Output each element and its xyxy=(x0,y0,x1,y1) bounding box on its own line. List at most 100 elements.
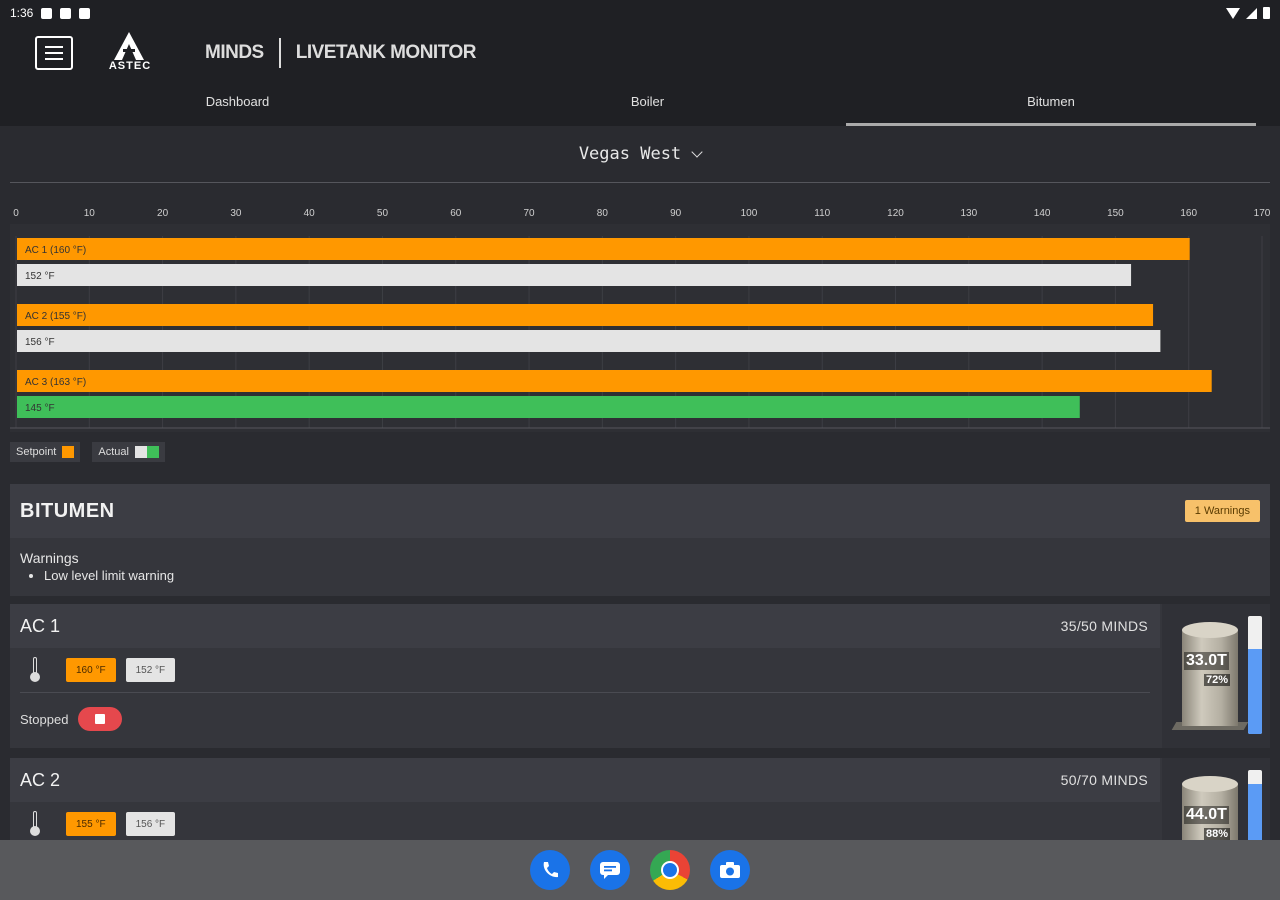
legend-setpoint-swatch xyxy=(62,446,75,458)
x-tick-label: 110 xyxy=(814,208,830,219)
x-tick-label: 40 xyxy=(304,208,316,219)
bar-label: AC 3 (163 °F) xyxy=(25,377,86,388)
bar-label: AC 2 (155 °F) xyxy=(25,311,86,322)
signal-icon xyxy=(1246,7,1257,19)
x-tick-label: 30 xyxy=(230,208,242,219)
tab-dashboard[interactable]: Dashboard xyxy=(30,86,445,126)
brand-divider xyxy=(278,38,281,68)
chevron-down-icon xyxy=(691,146,703,158)
bar-label: 145 °F xyxy=(25,403,55,414)
x-tick-label: 60 xyxy=(450,208,462,219)
tank-temps: 160 °F 152 °F xyxy=(10,648,1160,692)
phone-app-icon[interactable] xyxy=(530,850,570,890)
x-tick-label: 80 xyxy=(597,208,609,219)
wifi-icon xyxy=(1226,7,1240,19)
location-dropdown[interactable]: Vegas West xyxy=(0,126,1280,182)
bar-setpoint xyxy=(17,238,1190,260)
tab-bitumen[interactable]: Bitumen xyxy=(846,86,1256,126)
astec-logo: ASTEC xyxy=(100,32,160,74)
notification-icon xyxy=(41,7,53,19)
tank-name: AC 2 xyxy=(20,769,61,790)
tank-header: AC 1 35/50 MINDS xyxy=(10,604,1160,648)
tank-tonnage: 33.0T xyxy=(1184,652,1229,670)
tank-temps: 155 °F 156 °F xyxy=(10,802,1160,840)
setpoint-chip: 155 °F xyxy=(66,812,116,836)
tank-card-ac1[interactable]: AC 1 35/50 MINDS 160 °F 152 °F Stopped 3… xyxy=(10,604,1270,748)
content-area: Vegas West 0 10 20 30 40 50 60 70 80 90 100 110 120 1… xyxy=(0,126,1280,840)
bar-actual xyxy=(17,264,1132,286)
app-header: ASTEC MINDS LIVETANK MONITOR Dashboard B… xyxy=(0,26,1280,126)
divider xyxy=(10,182,1270,183)
stop-button[interactable] xyxy=(78,707,123,731)
warning-item: Low level limit warning xyxy=(44,568,1260,583)
x-tick-label: 10 xyxy=(84,208,96,219)
bitumen-panel-header: BITUMEN 1 Warnings xyxy=(10,484,1270,538)
tab-bar: Dashboard Boiler Bitumen xyxy=(0,86,1280,126)
legend-actual[interactable]: Actual xyxy=(92,442,165,462)
legend-setpoint[interactable]: Setpoint xyxy=(10,442,81,462)
legend-actual-label: Actual xyxy=(98,446,129,458)
shield-icon xyxy=(60,7,72,19)
brand-title: MINDS LIVETANK MONITOR xyxy=(205,38,476,68)
x-tick-label: 90 xyxy=(670,208,682,219)
tab-boiler[interactable]: Boiler xyxy=(445,86,850,126)
bitumen-panel: BITUMEN 1 Warnings Warnings Low level li… xyxy=(10,484,1270,596)
x-tick-label: 140 xyxy=(1034,208,1051,219)
warnings-heading: Warnings xyxy=(20,550,79,566)
bitumen-title: BITUMEN xyxy=(20,499,115,522)
navigation-bar xyxy=(0,840,1280,900)
tank-status: Stopped xyxy=(10,693,1160,745)
location-label: Vegas West xyxy=(578,144,682,164)
clipboard-icon xyxy=(79,7,91,19)
tank-percent: 72% xyxy=(1204,674,1231,686)
setpoint-chip: 160 °F xyxy=(66,658,116,682)
temperature-bar-chart: 0 10 20 30 40 50 60 70 80 90 100 110 120 130 140 150 160… xyxy=(10,208,1271,432)
menu-button[interactable] xyxy=(35,36,73,70)
chart-legend: Setpoint Actual xyxy=(10,442,165,462)
status-label: Stopped xyxy=(20,711,69,727)
actual-chip: 156 °F xyxy=(125,812,176,836)
tank-visual: 33.0T 72% xyxy=(1162,604,1270,748)
tank-card-ac2[interactable]: AC 2 50/70 MINDS 155 °F 156 °F 44.0T 88% xyxy=(10,758,1270,840)
messages-app-icon[interactable] xyxy=(590,850,630,890)
tank-header: AC 2 50/70 MINDS xyxy=(10,758,1160,802)
bar-label: 156 °F xyxy=(25,337,55,348)
warnings-badge[interactable]: 1 Warnings xyxy=(1184,500,1260,522)
legend-actual-swatch xyxy=(134,446,159,458)
x-tick-label: 50 xyxy=(377,208,389,219)
tank-minds: 50/70 MINDS xyxy=(1060,772,1148,788)
tank-minds: 35/50 MINDS xyxy=(1060,618,1148,634)
tank-level-bar xyxy=(1248,616,1262,734)
tank-level-bar xyxy=(1248,770,1262,840)
stop-icon xyxy=(95,714,106,724)
x-tick-label: 20 xyxy=(157,208,169,219)
x-tick-label: 100 xyxy=(741,208,758,219)
tank-percent: 88% xyxy=(1204,828,1231,840)
tank-tonnage: 44.0T xyxy=(1184,806,1229,824)
x-tick-label: 160 xyxy=(1180,208,1197,219)
logo-a-icon xyxy=(114,32,144,60)
x-tick-label: 170 xyxy=(1254,208,1271,219)
thermometer-icon xyxy=(28,657,42,683)
chrome-app-icon[interactable] xyxy=(650,850,690,890)
brand-minds: MINDS xyxy=(205,42,264,63)
x-tick-label: 120 xyxy=(887,208,904,219)
bar-label: AC 1 (160 °F) xyxy=(25,245,86,256)
bar-actual xyxy=(17,396,1080,418)
x-tick-label: 0 xyxy=(13,208,19,219)
camera-app-icon[interactable] xyxy=(710,850,750,890)
actual-chip: 152 °F xyxy=(125,658,176,682)
menu-icon xyxy=(45,46,63,48)
x-tick-label: 70 xyxy=(523,208,535,219)
logo-text: ASTEC xyxy=(108,60,152,72)
status-time: 1:36 xyxy=(10,6,34,20)
thermometer-icon xyxy=(28,811,42,837)
x-tick-label: 150 xyxy=(1107,208,1124,219)
tank-visual: 44.0T 88% xyxy=(1162,758,1270,840)
warnings-section: Warnings Low level limit warning xyxy=(10,538,1270,595)
status-bar: 1:36 xyxy=(0,0,1280,26)
tank-name: AC 1 xyxy=(20,615,61,636)
brand-livetank: LIVETANK MONITOR xyxy=(295,42,477,63)
battery-icon xyxy=(1263,7,1270,19)
bar-actual xyxy=(17,330,1161,352)
